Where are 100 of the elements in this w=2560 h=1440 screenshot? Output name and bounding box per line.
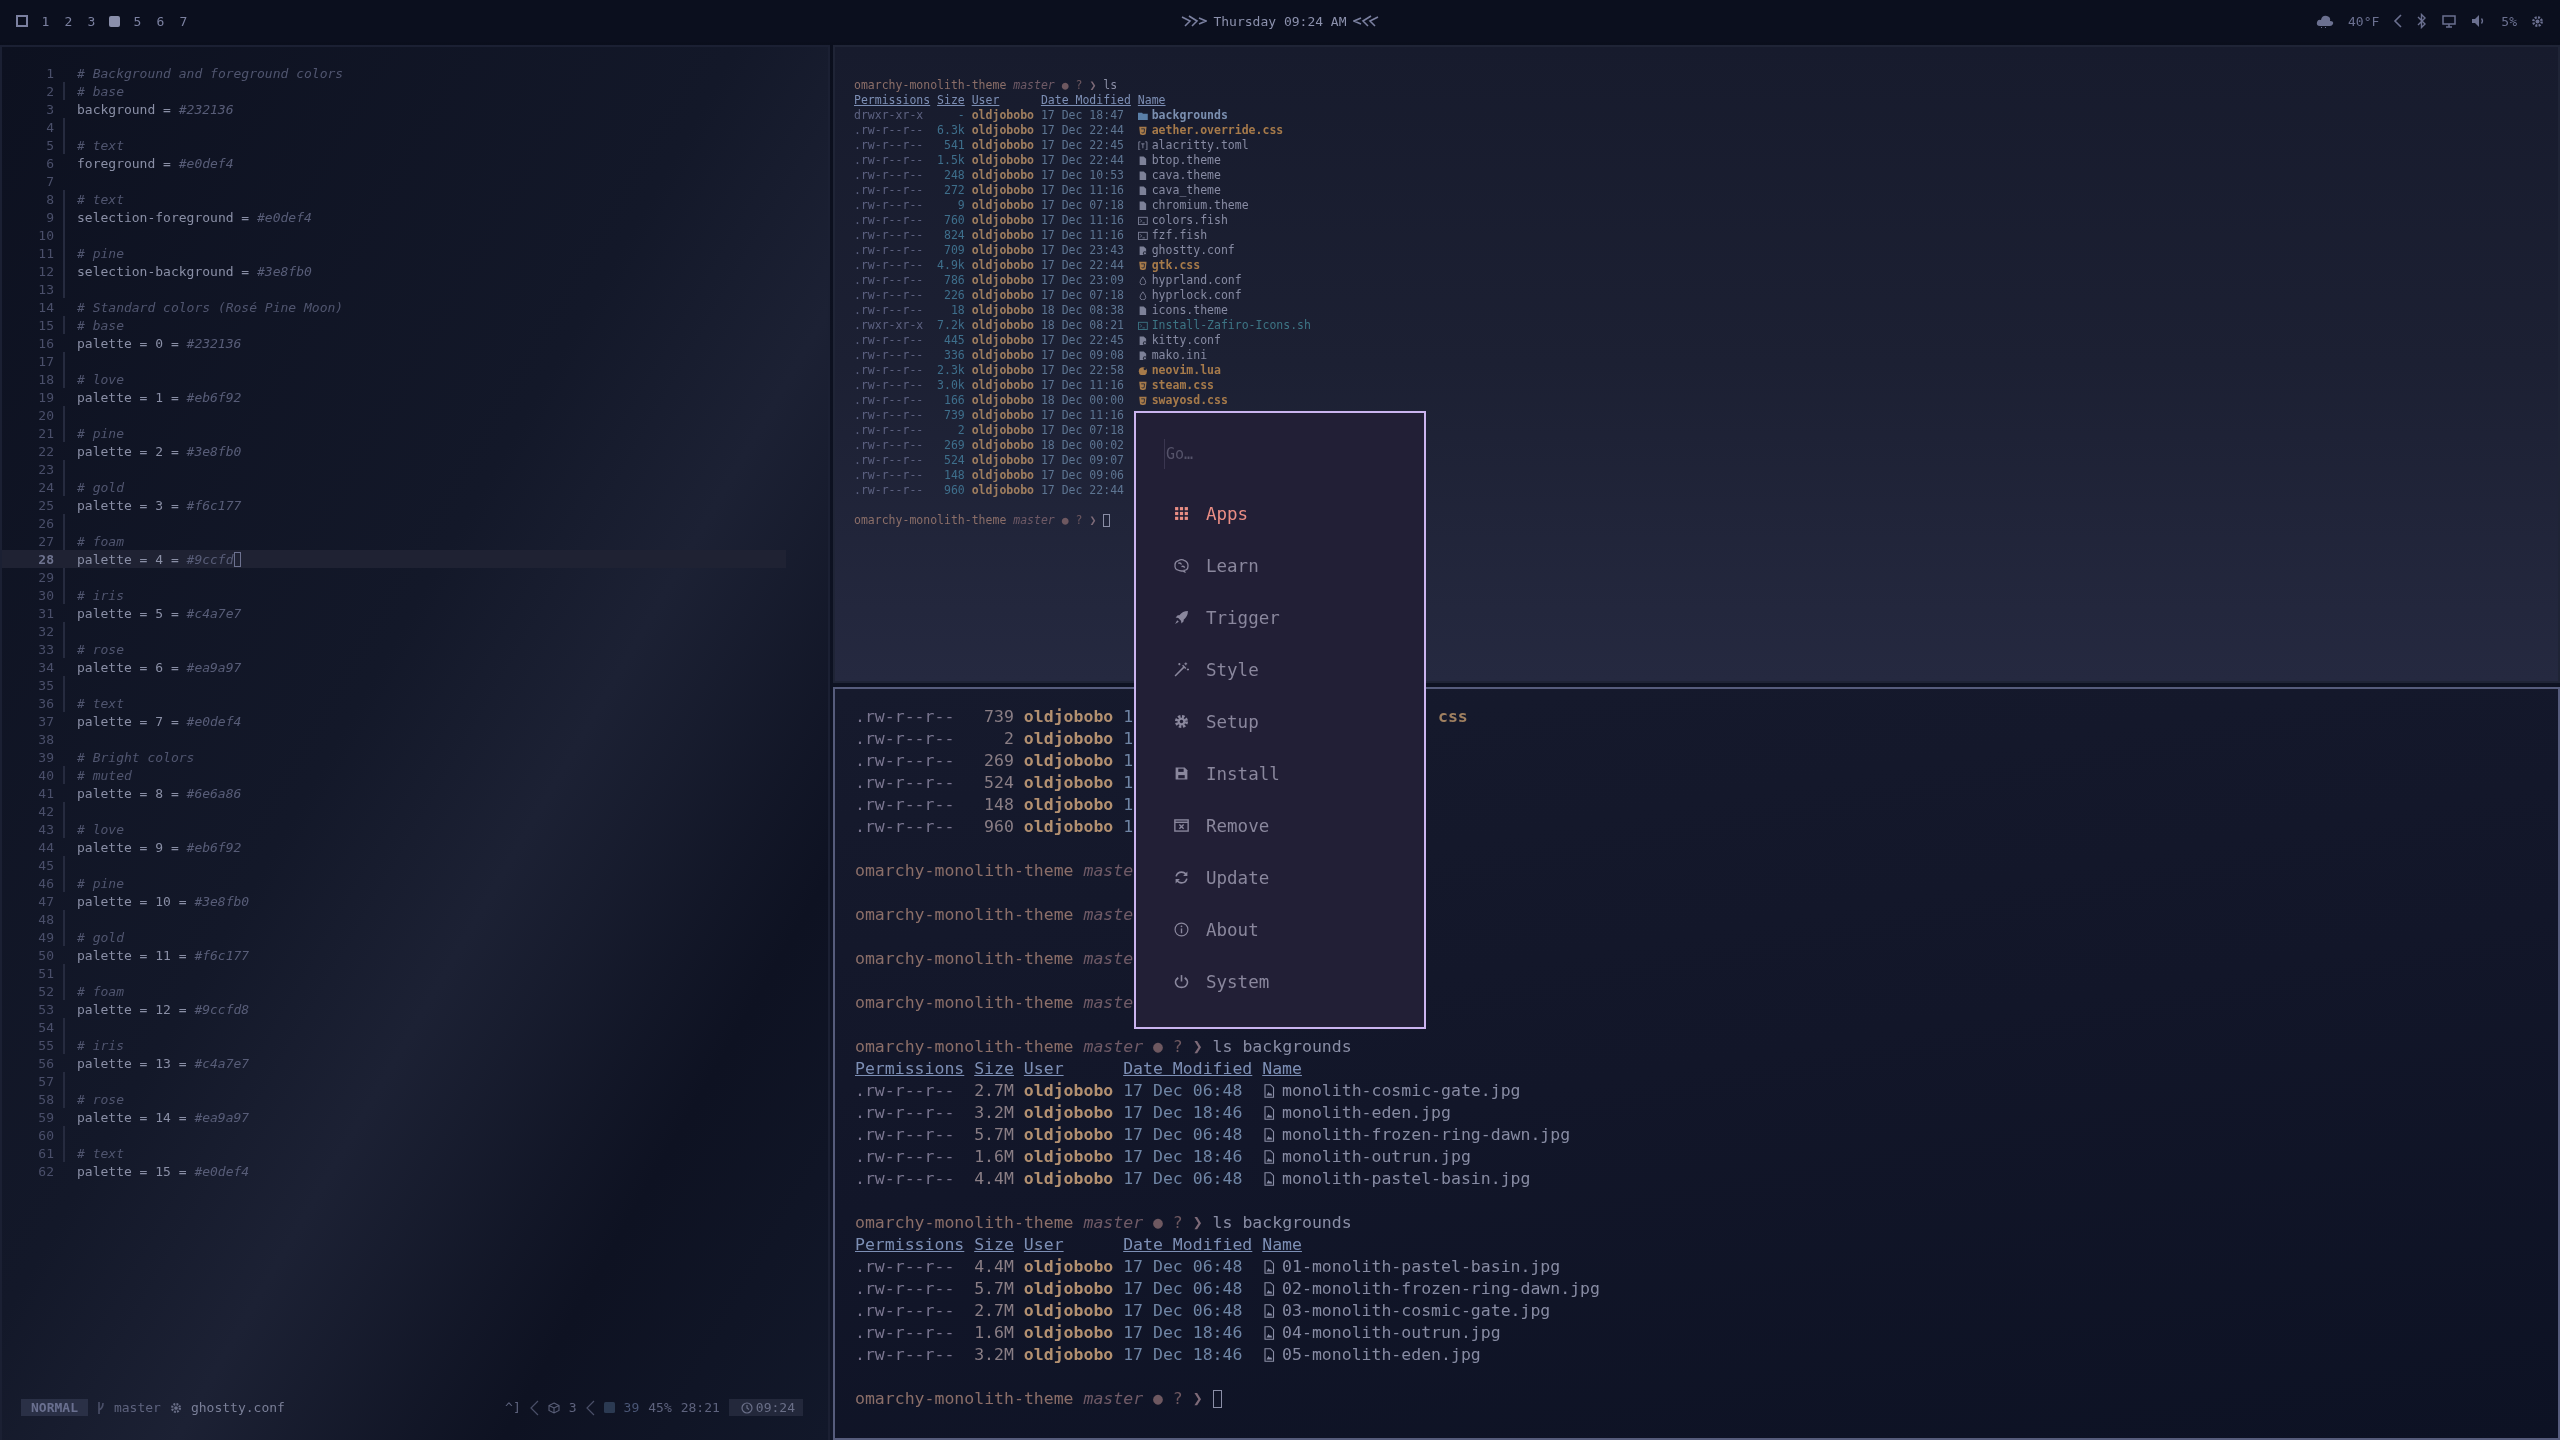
owner-text: oldjobobo (971, 213, 1034, 228)
permissions-text: .rw-r--r-- (854, 243, 924, 258)
prompt-branch: master (1083, 1036, 1144, 1058)
file-icon (1137, 200, 1148, 211)
line-number: 16 (37, 335, 54, 351)
prompt-branch: maste (1083, 904, 1134, 926)
owner-text: oldjobobo (1023, 816, 1114, 838)
date-text: 17 Dec 11:16 (1040, 378, 1124, 393)
count-text: 3 (568, 1400, 577, 1415)
menu-item[interactable]: About (1164, 909, 1394, 950)
code-text: palette = 8 = (77, 785, 179, 801)
git-status-marks: ● ? (1061, 513, 1083, 528)
file-icon (1137, 170, 1148, 181)
date-text: 17 Dec 07:18 (1040, 198, 1124, 213)
image-file-icon (1262, 1348, 1277, 1362)
date-text: 17 Dec 22:58 (1040, 363, 1124, 378)
line-number: 14 (37, 299, 54, 315)
size-text: 18 (949, 303, 965, 318)
config-file-icon (1137, 245, 1148, 256)
date-text: 17 Dec 06:48 (1123, 1080, 1243, 1102)
menu-item[interactable]: System (1164, 961, 1394, 1002)
menu-item[interactable]: Style (1164, 649, 1394, 690)
line-number: 19 (37, 389, 54, 405)
code-comment: # gold (77, 479, 124, 495)
workspace-button[interactable]: 1 (40, 13, 51, 29)
launcher-icon[interactable] (16, 15, 28, 27)
date-text: 17 Dec 23:43 (1040, 243, 1124, 258)
folder-icon (1137, 110, 1148, 121)
file-name: fzf.fish (1151, 228, 1208, 243)
date-text: 17 Dec 11:16 (1040, 213, 1124, 228)
menu-item[interactable]: Trigger (1164, 597, 1394, 638)
volume-text[interactable]: 5% (2501, 13, 2517, 29)
cube-icon (547, 1401, 560, 1414)
image-file-icon (1262, 1084, 1277, 1098)
date-text: 1 (1123, 816, 1134, 838)
line-number: 32 (37, 623, 54, 639)
clock-icon (740, 1401, 753, 1414)
code-comment: # pine (77, 875, 124, 891)
bluetooth-icon[interactable] (2417, 13, 2428, 29)
code-comment: # text (77, 1145, 124, 1161)
size-text: 3.0k (937, 378, 965, 393)
terminal-icon (1137, 320, 1148, 331)
size-text: 272 (943, 183, 965, 198)
file-name: hyprland.conf (1151, 273, 1242, 288)
image-file-icon (1262, 1172, 1277, 1186)
line-number: 57 (37, 1073, 54, 1089)
config-file-icon (1137, 350, 1148, 361)
menu-item[interactable]: Remove (1164, 805, 1394, 846)
shield-icon (1137, 380, 1148, 391)
size-text: 4.4M (974, 1256, 1014, 1278)
workspace-button[interactable]: 7 (178, 13, 189, 29)
weather-text[interactable]: 40°F (2348, 13, 2380, 29)
line-number: 9 (45, 209, 54, 225)
menu-item[interactable]: Learn (1164, 545, 1394, 586)
size-text: 2 (956, 423, 965, 438)
owner-text: oldjobobo (1023, 706, 1114, 728)
clock-text[interactable]: Thursday 09:24 AM (1213, 13, 1347, 29)
text-cursor (233, 551, 241, 567)
line-number: 8 (45, 191, 54, 207)
menu-item[interactable]: Update (1164, 857, 1394, 898)
owner-text: oldjobobo (971, 423, 1034, 438)
permissions-text: .rw-r--r-- (854, 348, 924, 363)
file-name: monolith-pastel-basin.jpg (1282, 1168, 1531, 1190)
droplet-icon (1137, 290, 1148, 301)
color-value: #f6c177 (186, 497, 242, 513)
date-text: 17 Dec 18:46 (1123, 1322, 1243, 1344)
size-text: 6.3k (937, 123, 965, 138)
gear-icon[interactable] (2531, 14, 2544, 28)
size-text: 148 (943, 468, 965, 483)
active-workspace-icon[interactable] (109, 15, 120, 27)
menu-item[interactable]: Setup (1164, 701, 1394, 742)
menu-item[interactable]: Install (1164, 753, 1394, 794)
file-name: chromium.theme (1151, 198, 1249, 213)
code-text: palette = 15 = (77, 1163, 187, 1179)
date-text: 17 Dec 22:45 (1040, 138, 1124, 153)
workspace-button[interactable]: 5 (132, 13, 143, 29)
code-comment: # base (77, 83, 124, 99)
menu-item[interactable]: Apps (1164, 493, 1394, 534)
code-text: palette = 5 = (77, 605, 179, 621)
permissions-text: .rw-r--r-- (855, 1256, 955, 1278)
prompt-arrow: ❯ (1192, 1388, 1203, 1410)
owner-text: oldjobobo (971, 348, 1034, 363)
permissions-text: .rw-r--r-- (855, 1300, 955, 1322)
size-text: 786 (943, 273, 965, 288)
cloud-icon[interactable] (2316, 14, 2335, 28)
owner-text: oldjobobo (1023, 1168, 1114, 1190)
color-value: #f6c177 (194, 947, 250, 963)
image-file-icon (1262, 1260, 1277, 1274)
date-text: 17 Dec 18:46 (1123, 1102, 1243, 1124)
file-name: icons.theme (1151, 303, 1228, 318)
chevron-left-icon[interactable] (2393, 14, 2404, 28)
workspace-button[interactable]: 6 (155, 13, 166, 29)
prompt-directory: omarchy-monolith-theme (855, 1036, 1074, 1058)
workspace-button[interactable]: 2 (63, 13, 74, 29)
workspace-button[interactable]: 3 (86, 13, 97, 29)
code-comment: # Bright colors (77, 749, 195, 765)
owner-text: oldjobobo (971, 228, 1034, 243)
owner-text: oldjobobo (971, 408, 1034, 423)
date-text: 17 Dec 22:44 (1040, 483, 1124, 498)
line-number: 43 (37, 821, 54, 837)
